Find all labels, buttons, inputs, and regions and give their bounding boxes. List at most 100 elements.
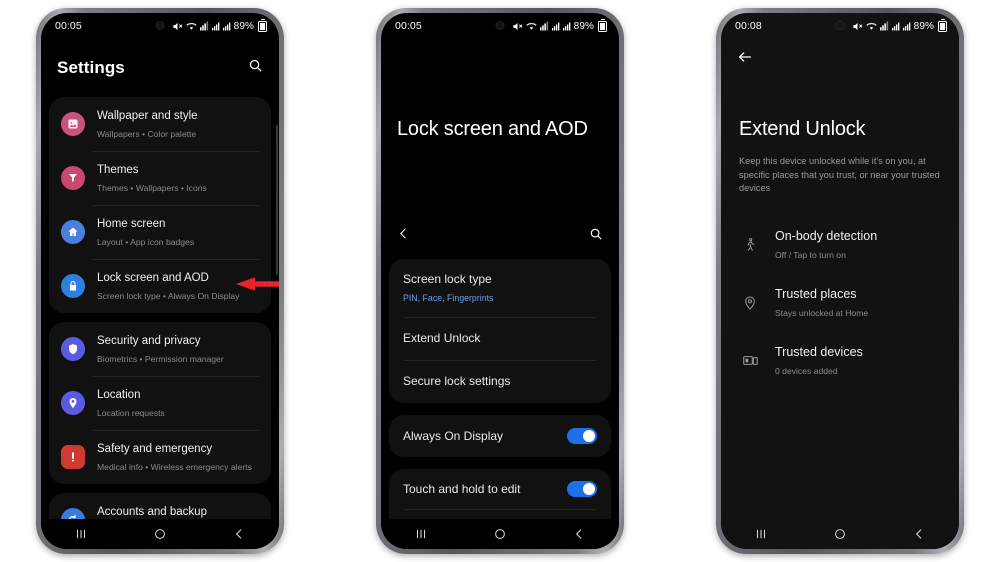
list-item[interactable]: Location Location requests — [49, 376, 271, 430]
camera-hole — [155, 21, 165, 30]
list-item-title: Extend Unlock — [403, 331, 481, 345]
list-item-touch-and-hold-to-edit[interactable]: Touch and hold to edit — [389, 469, 611, 509]
mute-icon — [512, 21, 523, 32]
lock-settings-group-2: Always On Display — [389, 415, 611, 457]
list-item-title: Always On Display — [403, 428, 504, 443]
extend-unlock-list: On-body detection Off / Tap to turn on T… — [721, 196, 959, 390]
list-item-title: Lock screen and AOD — [97, 272, 209, 284]
list-item-subtitle: Biometrics • Permission manager — [97, 354, 224, 364]
wifi-icon — [865, 21, 877, 32]
list-item[interactable]: Security and privacy Biometrics • Permis… — [49, 322, 271, 376]
walking-person-icon — [739, 237, 761, 253]
list-item[interactable]: Home screen Layout • App icon badges — [49, 205, 271, 259]
extend-unlock-body: Extend Unlock Keep this device unlocked … — [721, 39, 959, 519]
lock-settings-group-3: Touch and hold to edit Hijri calendar Ro… — [389, 469, 611, 519]
battery-percent: 89% — [573, 20, 594, 32]
search-icon[interactable] — [589, 227, 603, 246]
battery-icon — [258, 20, 267, 32]
list-item-subtitle: Themes • Wallpapers • Icons — [97, 183, 207, 193]
list-item-extend-unlock[interactable]: Extend Unlock — [389, 317, 611, 360]
location-pin-outline-icon — [739, 295, 761, 311]
settings-group-2: Security and privacy Biometrics • Permis… — [49, 322, 271, 484]
list-item[interactable]: Themes Themes • Wallpapers • Icons — [49, 151, 271, 205]
sub-toolbar — [381, 219, 619, 253]
scrollbar[interactable] — [276, 125, 278, 275]
settings-group-3: Accounts and backup Manage accounts • Sm… — [49, 493, 271, 519]
list-item-title: Trusted places — [775, 286, 857, 301]
list-item-secure-lock-settings[interactable]: Secure lock settings — [389, 360, 611, 403]
mute-icon — [852, 21, 863, 32]
list-item-title: Secure lock settings — [403, 374, 511, 388]
status-bar: 00:05 89% — [41, 13, 279, 39]
page-description: Keep this device unlocked while it's on … — [739, 156, 940, 193]
status-bar: 00:08 89% — [721, 13, 959, 39]
wifi-icon — [185, 21, 197, 32]
lock-settings-group-1: Screen lock type PIN, Face, Fingerprints… — [389, 259, 611, 403]
recents-icon[interactable] — [414, 527, 428, 541]
list-item-title: Security and privacy — [97, 335, 201, 347]
page-title: Settings — [57, 58, 125, 77]
screen-lock-screen-aod: 00:05 89% Lock screen and AOD Screen loc… — [381, 13, 619, 549]
list-item-title: Location — [97, 389, 141, 401]
list-item[interactable]: Accounts and backup Manage accounts • Sm… — [49, 493, 271, 519]
phone-lock-screen-aod: 00:05 89% Lock screen and AOD Screen loc… — [376, 8, 624, 554]
back-chevron-icon[interactable] — [397, 227, 410, 245]
list-item-title: On-body detection — [775, 228, 878, 243]
list-item-lock-screen-and-aod[interactable]: Lock screen and AOD Screen lock type • A… — [49, 259, 271, 313]
status-bar: 00:05 89% — [381, 13, 619, 39]
page-title-area: Lock screen and AOD — [381, 39, 619, 219]
navigation-bar — [381, 519, 619, 549]
recents-icon[interactable] — [74, 527, 88, 541]
screen-settings: 00:05 89% Settings Wallpaper and style W… — [41, 13, 279, 549]
list-item[interactable]: Wallpaper and style Wallpapers • Color p… — [49, 97, 271, 151]
list-item[interactable]: Safety and emergency Medical info • Wire… — [49, 430, 271, 484]
list-item-hijri-calendar[interactable]: Hijri calendar — [389, 509, 611, 519]
signal-icon — [891, 22, 900, 31]
camera-hole — [835, 21, 845, 30]
list-item-on-body-detection[interactable]: On-body detection Off / Tap to turn on — [721, 216, 959, 274]
list-item-title: Themes — [97, 164, 139, 176]
page-title: Extend Unlock — [739, 118, 866, 140]
list-item-screen-lock-type[interactable]: Screen lock type PIN, Face, Fingerprints — [389, 259, 611, 317]
phone-extend-unlock: 00:08 89% Extend Unlock Keep this device… — [716, 8, 964, 554]
home-nav-icon[interactable] — [153, 527, 167, 541]
list-item-trusted-places[interactable]: Trusted places Stays unlocked at Home — [721, 274, 959, 332]
home-nav-icon[interactable] — [833, 527, 847, 541]
back-nav-icon[interactable] — [232, 527, 246, 541]
toggle-touch-and-hold-to-edit[interactable] — [567, 481, 597, 497]
list-item-subtitle: Screen lock type • Always On Display — [97, 291, 240, 301]
navigation-bar — [41, 519, 279, 549]
list-item-always-on-display[interactable]: Always On Display — [389, 415, 611, 457]
settings-body: Settings Wallpaper and style Wallpapers … — [41, 39, 279, 519]
devices-icon — [739, 352, 761, 369]
themes-icon — [61, 166, 85, 190]
sync-icon — [61, 508, 85, 519]
settings-header: Settings — [41, 39, 279, 97]
shield-icon — [61, 337, 85, 361]
home-nav-icon[interactable] — [493, 527, 507, 541]
signal-icon — [222, 22, 231, 31]
battery-icon — [938, 20, 947, 32]
battery-percent: 89% — [913, 20, 934, 32]
toggle-always-on-display[interactable] — [567, 428, 597, 444]
back-arrow-icon[interactable] — [721, 39, 959, 70]
search-icon[interactable] — [248, 58, 263, 78]
back-nav-icon[interactable] — [572, 527, 586, 541]
wallpaper-icon — [61, 112, 85, 136]
emergency-icon — [61, 445, 85, 469]
list-item-trusted-devices[interactable]: Trusted devices 0 devices added — [721, 332, 959, 390]
camera-hole — [495, 21, 505, 30]
location-pin-icon — [61, 391, 85, 415]
list-item-subtitle: 0 devices added — [775, 365, 838, 376]
recents-icon[interactable] — [754, 527, 768, 541]
phone-settings: 00:05 89% Settings Wallpaper and style W… — [36, 8, 284, 554]
status-clock: 00:05 — [55, 20, 82, 32]
network-icon — [879, 21, 889, 31]
list-item-subtitle: Location requests — [97, 408, 165, 418]
list-item-link[interactable]: PIN, Face, Fingerprints — [403, 293, 493, 303]
list-item-title: Wallpaper and style — [97, 110, 198, 122]
signal-icon — [902, 22, 911, 31]
signal-icon — [551, 22, 560, 31]
back-nav-icon[interactable] — [912, 527, 926, 541]
lock-icon — [61, 274, 85, 298]
